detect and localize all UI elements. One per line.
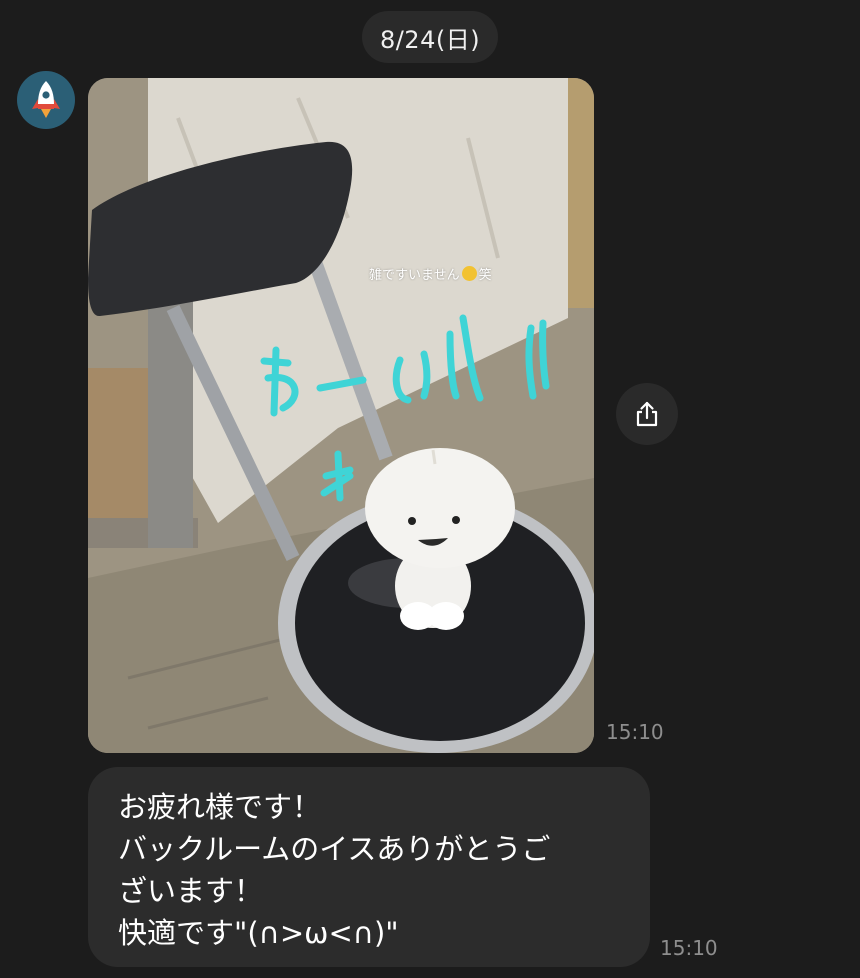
date-label: 8/24(日) [379, 25, 481, 54]
photo-caption-overlay: 雑ですいません 笑 [369, 264, 492, 283]
sender-avatar[interactable] [17, 71, 75, 129]
message-timestamp: 15:10 [606, 720, 664, 744]
message-line: お疲れ様です！ [118, 790, 322, 824]
share-button[interactable] [616, 383, 678, 445]
date-separator: 8/24(日) [362, 11, 498, 63]
rocket-icon [32, 81, 60, 118]
message-line: ざいます！ [118, 874, 264, 908]
share-icon [636, 401, 658, 427]
face-emoji-icon [461, 266, 477, 281]
message-line: バックルームのイスありがとうご [118, 832, 551, 866]
message-line: 快適です"(∩>ω<∩)" [118, 916, 399, 950]
text-message-bubble[interactable]: お疲れ様です！ バックルームのイスありがとうご ざいます！ 快適です"(∩>ω<… [88, 767, 650, 967]
photo-caption-text: 雑ですいません [369, 268, 460, 283]
chair-photo [88, 78, 594, 753]
message-timestamp: 15:10 [660, 936, 718, 960]
photo-message[interactable]: 雑ですいません 笑 [88, 78, 594, 753]
photo-caption-suffix: 笑 [478, 268, 492, 283]
